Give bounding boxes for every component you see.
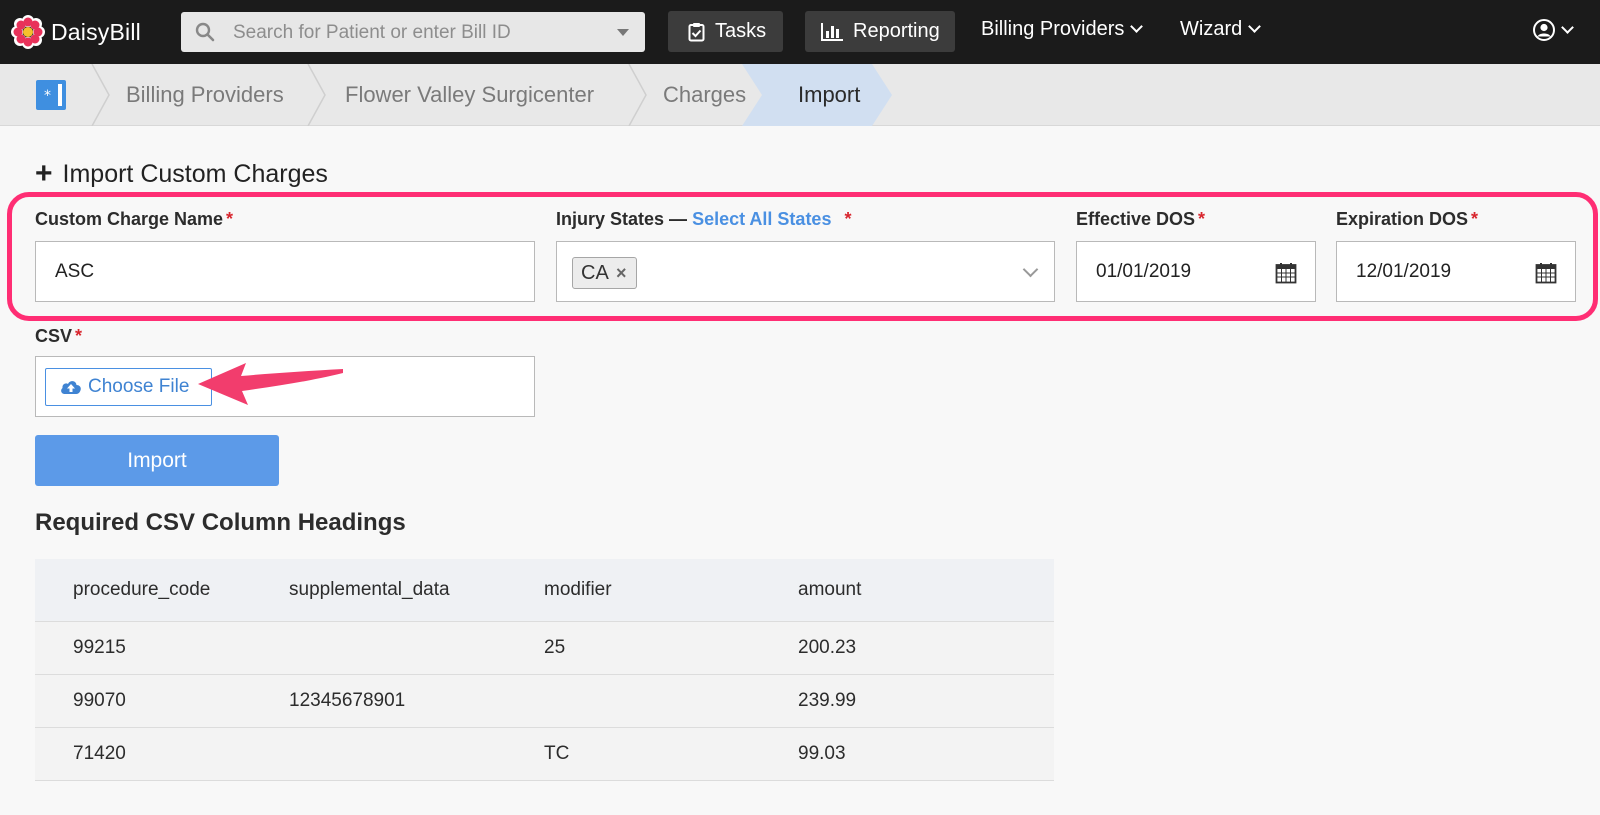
calendar-icon[interactable] bbox=[1535, 262, 1557, 284]
brand-logo[interactable]: DaisyBill bbox=[11, 13, 141, 51]
table-cell: 71420 bbox=[35, 727, 289, 781]
breadcrumb-separator bbox=[628, 64, 647, 126]
effective-dos-input[interactable]: 01/01/2019 bbox=[1076, 241, 1316, 302]
chart-glyph-icon: * bbox=[44, 84, 62, 106]
cloud-upload-icon bbox=[61, 381, 81, 394]
effective-dos-label: Effective DOS * bbox=[1076, 209, 1205, 230]
required-mark: * bbox=[1198, 209, 1206, 229]
top-navbar: DaisyBill Search for Patient or enter Bi… bbox=[0, 0, 1600, 64]
expiration-dos-label: Expiration DOS * bbox=[1336, 209, 1478, 230]
required-mark: * bbox=[1471, 209, 1479, 229]
required-mark: * bbox=[75, 326, 83, 346]
table-cell: TC bbox=[544, 727, 798, 781]
table-cell: 200.23 bbox=[798, 621, 1054, 675]
breadcrumb-billing-providers[interactable]: Billing Providers bbox=[126, 82, 284, 108]
table-row: 99070 12345678901 239.99 bbox=[35, 674, 1054, 728]
chevron-down-icon bbox=[1130, 20, 1144, 33]
patient-search-input[interactable]: Search for Patient or enter Bill ID bbox=[181, 12, 645, 52]
csv-label-text: CSV bbox=[35, 326, 73, 346]
effective-dos-value: 01/01/2019 bbox=[1096, 261, 1192, 282]
daisy-logo-icon bbox=[11, 15, 45, 49]
custom-charge-name-label-text: Custom Charge Name bbox=[35, 209, 224, 229]
state-tag-label: CA bbox=[581, 262, 609, 284]
plus-icon: + bbox=[35, 157, 53, 190]
breadcrumb-active-arrow bbox=[872, 64, 892, 126]
column-header: procedure_code bbox=[35, 559, 289, 622]
user-avatar-icon bbox=[1533, 19, 1555, 41]
breadcrumb-charges[interactable]: Charges bbox=[663, 82, 746, 108]
table-cell: 99.03 bbox=[798, 727, 1054, 781]
remove-tag-icon[interactable]: × bbox=[616, 263, 627, 284]
wizard-label: Wizard bbox=[1180, 18, 1243, 40]
annotation-arrow bbox=[198, 363, 343, 405]
reporting-button[interactable]: Reporting bbox=[805, 11, 955, 52]
billing-providers-label: Billing Providers bbox=[981, 18, 1125, 40]
import-button[interactable]: Import bbox=[35, 435, 279, 486]
effective-dos-label-text: Effective DOS bbox=[1076, 209, 1196, 229]
chevron-down-icon bbox=[1561, 20, 1574, 34]
table-cell: 25 bbox=[544, 621, 798, 675]
required-headings-title: Required CSV Column Headings bbox=[35, 509, 406, 536]
column-header: supplemental_data bbox=[289, 559, 544, 622]
table-row: 71420 TC 99.03 bbox=[35, 727, 1054, 781]
injury-states-label: Injury States — Select All States * bbox=[556, 209, 852, 230]
table-row: 99215 25 200.23 bbox=[35, 621, 1054, 675]
breadcrumb-separator bbox=[307, 64, 326, 126]
injury-states-select[interactable]: CA × bbox=[556, 241, 1055, 302]
breadcrumb: * Billing Providers Flower Valley Surgic… bbox=[0, 64, 1600, 126]
billing-providers-menu[interactable]: Billing Providers bbox=[981, 18, 1144, 41]
bar-chart-icon bbox=[821, 22, 843, 41]
table-cell: 99070 bbox=[35, 674, 289, 728]
breadcrumb-active-tail bbox=[742, 64, 762, 126]
table-cell bbox=[289, 621, 544, 675]
custom-charge-name-value: ASC bbox=[55, 261, 95, 282]
chevron-down-icon[interactable] bbox=[1022, 261, 1039, 278]
csv-label: CSV * bbox=[35, 326, 82, 347]
table-cell: 12345678901 bbox=[289, 674, 544, 728]
choose-file-button[interactable]: Choose File bbox=[45, 368, 212, 406]
chevron-down-icon bbox=[1248, 20, 1262, 33]
clipboard-check-icon bbox=[688, 22, 705, 41]
search-icon bbox=[195, 22, 215, 42]
table-cell: 99215 bbox=[35, 621, 289, 675]
breadcrumb-separator bbox=[91, 64, 110, 126]
brand-name: DaisyBill bbox=[51, 18, 141, 45]
table-cell bbox=[289, 727, 544, 781]
required-mark: * bbox=[226, 209, 234, 229]
caret-down-icon[interactable] bbox=[617, 29, 629, 36]
custom-charge-name-input[interactable]: ASC bbox=[35, 241, 535, 302]
tasks-label: Tasks bbox=[715, 20, 767, 42]
page-title: + Import Custom Charges bbox=[35, 159, 328, 189]
table-cell bbox=[544, 674, 798, 728]
column-header: amount bbox=[798, 559, 1054, 622]
injury-states-label-text: Injury States — bbox=[556, 209, 688, 229]
required-headings-table: procedure_code supplemental_data modifie… bbox=[35, 559, 1054, 781]
expiration-dos-value: 12/01/2019 bbox=[1356, 261, 1452, 282]
column-header: modifier bbox=[544, 559, 798, 622]
choose-file-label: Choose File bbox=[88, 376, 190, 397]
calendar-icon[interactable] bbox=[1275, 262, 1297, 284]
breadcrumb-flower-valley[interactable]: Flower Valley Surgicenter bbox=[345, 82, 594, 108]
table-header-row: procedure_code supplemental_data modifie… bbox=[35, 559, 1054, 622]
expiration-dos-input[interactable]: 12/01/2019 bbox=[1336, 241, 1576, 302]
svg-text:*: * bbox=[44, 88, 51, 104]
medical-chart-icon[interactable]: * bbox=[36, 80, 66, 110]
breadcrumb-import: Import bbox=[798, 82, 861, 107]
expiration-dos-label-text: Expiration DOS bbox=[1336, 209, 1469, 229]
select-all-states-link[interactable]: Select All States bbox=[692, 209, 831, 229]
state-tag-ca: CA × bbox=[572, 257, 637, 289]
wizard-menu[interactable]: Wizard bbox=[1180, 18, 1262, 41]
user-menu[interactable] bbox=[1533, 19, 1574, 41]
custom-charge-name-label: Custom Charge Name * bbox=[35, 209, 233, 230]
table-cell: 239.99 bbox=[798, 674, 1054, 728]
search-placeholder: Search for Patient or enter Bill ID bbox=[233, 22, 511, 43]
page-title-text: Import Custom Charges bbox=[62, 159, 328, 188]
required-mark: * bbox=[844, 209, 852, 229]
reporting-label: Reporting bbox=[853, 20, 940, 42]
tasks-button[interactable]: Tasks bbox=[668, 11, 783, 52]
